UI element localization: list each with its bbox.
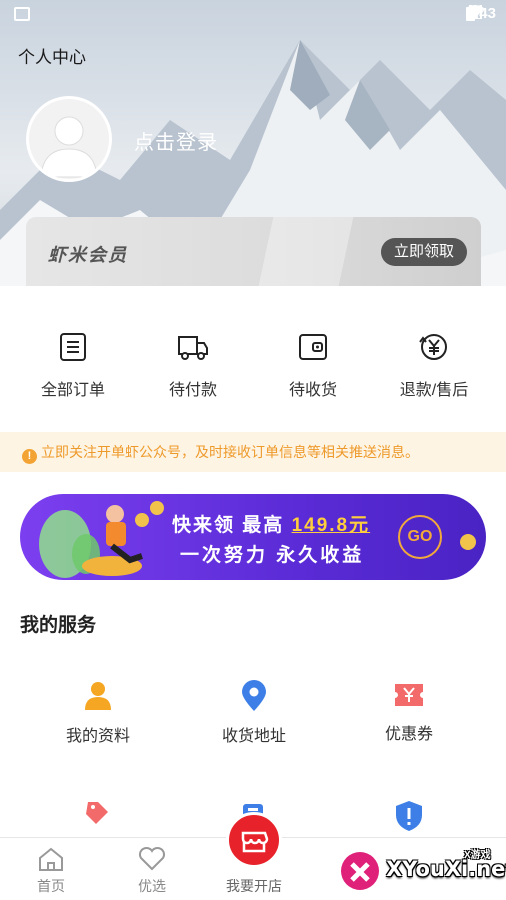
notice-text: 立即关注开单虾公众号，及时接收订单信息等相关推送消息。 (41, 444, 419, 460)
heart-icon (138, 846, 166, 871)
order-all-label: 全部订单 (40, 382, 105, 399)
order-refund-label: 退款/售后 (399, 382, 469, 399)
services-title: 我的服务 (20, 615, 97, 636)
order-refund[interactable]: 退款/售后 (374, 332, 494, 400)
default-avatar-icon (40, 116, 98, 178)
login-link[interactable]: 点击登录 (134, 126, 218, 155)
service-address-label: 收货地址 (221, 728, 286, 745)
shop-icon (241, 831, 269, 853)
order-pending-payment[interactable]: 待付款 (133, 332, 253, 400)
order-pending-receipt-label: 待收货 (288, 382, 337, 399)
banner-headline-prefix: 快来领 最高 (172, 515, 285, 536)
order-shortcuts: 全部订单 待付款 待收货 退款/售后 (0, 286, 506, 432)
vip-claim-button[interactable]: 立即领取 (381, 238, 467, 266)
status-indicators: 4:43 (465, 5, 496, 22)
order-list-icon (60, 333, 86, 361)
profile-header: 4:43 个人中心 点击登录 虾米会员 立即领取 (0, 0, 506, 286)
tab-home[interactable]: 首页 (11, 846, 91, 896)
refund-yen-icon (419, 334, 447, 360)
vip-card[interactable]: 虾米会员 立即领取 (26, 217, 481, 286)
service-profile-label: 我的资料 (65, 728, 130, 745)
promo-banner[interactable]: 快来领 最高 149.8元 一次努力 永久收益 GO (20, 494, 486, 580)
service-profile[interactable]: 我的资料 (33, 680, 163, 746)
watermark: X游戏 XYouXi.net (338, 843, 506, 895)
tab-open-shop[interactable] (226, 812, 282, 868)
tag-icon[interactable] (84, 800, 110, 830)
tab-featured[interactable]: 优选 (112, 846, 192, 896)
info-icon: ! (22, 449, 37, 464)
banner-amount: 149.8元 (291, 515, 371, 536)
service-coupon-label: 优惠券 (384, 726, 433, 743)
tab-featured-label: 优选 (138, 878, 166, 894)
wallet-icon (299, 334, 327, 360)
order-pending-payment-label: 待付款 (168, 382, 217, 399)
coupon-icon (395, 684, 423, 706)
shield-icon[interactable] (395, 800, 423, 832)
page-title: 个人中心 (18, 48, 86, 67)
location-pin-icon (242, 680, 266, 711)
battery-icon (465, 5, 475, 21)
order-all[interactable]: 全部订单 (13, 332, 133, 400)
tab-open-shop-label: 我要开店 (226, 878, 282, 894)
tab-home-label: 首页 (37, 878, 65, 894)
user-profile-icon (85, 682, 111, 710)
home-icon (39, 847, 63, 871)
banner-headline: 快来领 最高 149.8元 (172, 510, 370, 537)
notice-bar[interactable]: ! 立即关注开单虾公众号，及时接收订单信息等相关推送消息。 (0, 432, 506, 472)
vip-title: 虾米会员 (48, 245, 128, 265)
truck-icon (178, 336, 208, 360)
service-address[interactable]: 收货地址 (189, 680, 319, 746)
banner-go-button[interactable]: GO (398, 515, 442, 559)
lower-section: 快来领 最高 149.8元 一次努力 永久收益 GO 我的服务 我的资料 收货地… (0, 472, 506, 837)
status-bar: 4:43 (0, 0, 506, 30)
watermark-text: XYouXi.net (386, 857, 506, 881)
order-pending-receipt[interactable]: 待收货 (253, 332, 373, 400)
avatar[interactable] (26, 96, 112, 182)
vip-card-stripe (258, 217, 354, 286)
banner-subline: 一次努力 永久收益 (180, 545, 365, 566)
gallery-icon (14, 7, 30, 21)
service-coupon[interactable]: 优惠券 (344, 680, 474, 744)
gamepad-logo-icon (341, 852, 379, 890)
